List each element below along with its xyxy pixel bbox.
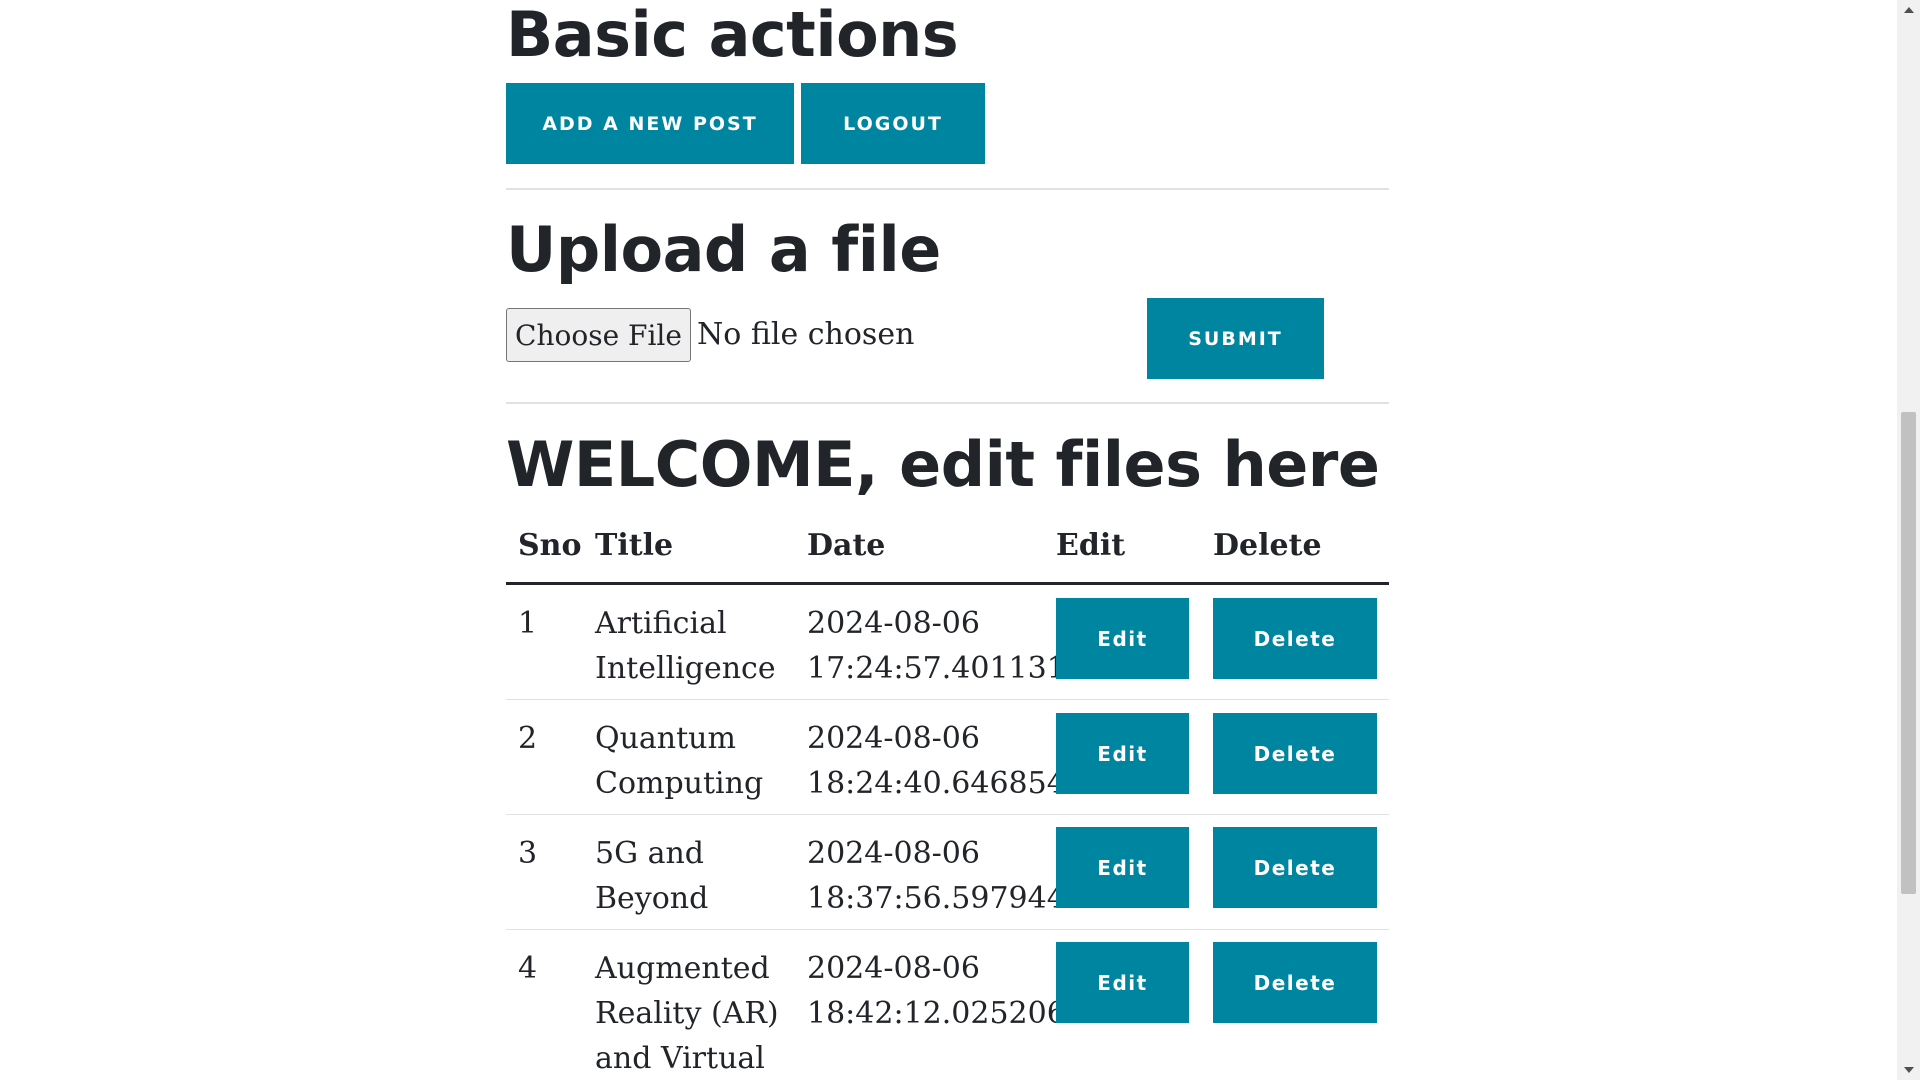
row-title: Artificial Intelligence <box>595 606 776 686</box>
chevron-down-icon[interactable] <box>1897 1060 1920 1080</box>
column-header-date: Date <box>807 528 886 563</box>
basic-actions-heading: Basic actions <box>506 0 959 71</box>
row-sno: 1 <box>518 606 538 641</box>
table-row: 4 Augmented Reality (AR) and Virtual 202… <box>506 930 1389 1080</box>
vertical-scrollbar[interactable] <box>1897 0 1920 1080</box>
submit-button[interactable]: SUBMIT <box>1147 298 1324 379</box>
delete-button[interactable]: Delete <box>1213 827 1377 908</box>
row-date: 2024-08-06 18:42:12.025206 <box>807 951 1066 1031</box>
divider <box>506 402 1389 404</box>
row-date: 2024-08-06 17:24:57.401131 <box>807 606 1066 686</box>
scrollbar-thumb[interactable] <box>1901 412 1916 894</box>
row-title: Quantum Computing <box>595 721 764 801</box>
delete-button[interactable]: Delete <box>1213 713 1377 794</box>
row-title: 5G and Beyond <box>595 836 709 916</box>
edit-button[interactable]: Edit <box>1056 598 1189 679</box>
divider <box>506 188 1389 190</box>
edit-button[interactable]: Edit <box>1056 942 1189 1023</box>
add-new-post-button[interactable]: ADD A NEW POST <box>506 83 794 164</box>
file-status-text: No file chosen <box>697 317 915 352</box>
table-header-divider <box>506 582 1389 585</box>
column-header-delete: Delete <box>1213 528 1322 563</box>
column-header-title: Title <box>595 528 674 563</box>
page: Basic actions ADD A NEW POST LOGOUT Uplo… <box>0 0 1920 1080</box>
edit-button[interactable]: Edit <box>1056 713 1189 794</box>
table-row: 1 Artificial Intelligence 2024-08-06 17:… <box>506 586 1389 700</box>
logout-button[interactable]: LOGOUT <box>801 83 985 164</box>
delete-button[interactable]: Delete <box>1213 598 1377 679</box>
choose-file-button[interactable]: Choose File <box>506 308 691 362</box>
table-row: 3 5G and Beyond 2024-08-06 18:37:56.5979… <box>506 815 1389 930</box>
row-sno: 3 <box>518 836 538 871</box>
row-sno: 2 <box>518 721 538 756</box>
upload-heading: Upload a file <box>506 213 941 286</box>
row-sno: 4 <box>518 951 538 986</box>
column-header-sno: Sno <box>518 528 582 563</box>
row-date: 2024-08-06 18:37:56.597944 <box>807 836 1066 916</box>
row-date: 2024-08-06 18:24:40.646854 <box>807 721 1066 801</box>
delete-button[interactable]: Delete <box>1213 942 1377 1023</box>
edit-button[interactable]: Edit <box>1056 827 1189 908</box>
table-row: 2 Quantum Computing 2024-08-06 18:24:40.… <box>506 700 1389 815</box>
welcome-heading: WELCOME, edit files here <box>506 428 1380 501</box>
chevron-up-icon[interactable] <box>1897 0 1920 20</box>
row-title: Augmented Reality (AR) and Virtual <box>595 951 779 1076</box>
column-header-edit: Edit <box>1056 528 1126 563</box>
